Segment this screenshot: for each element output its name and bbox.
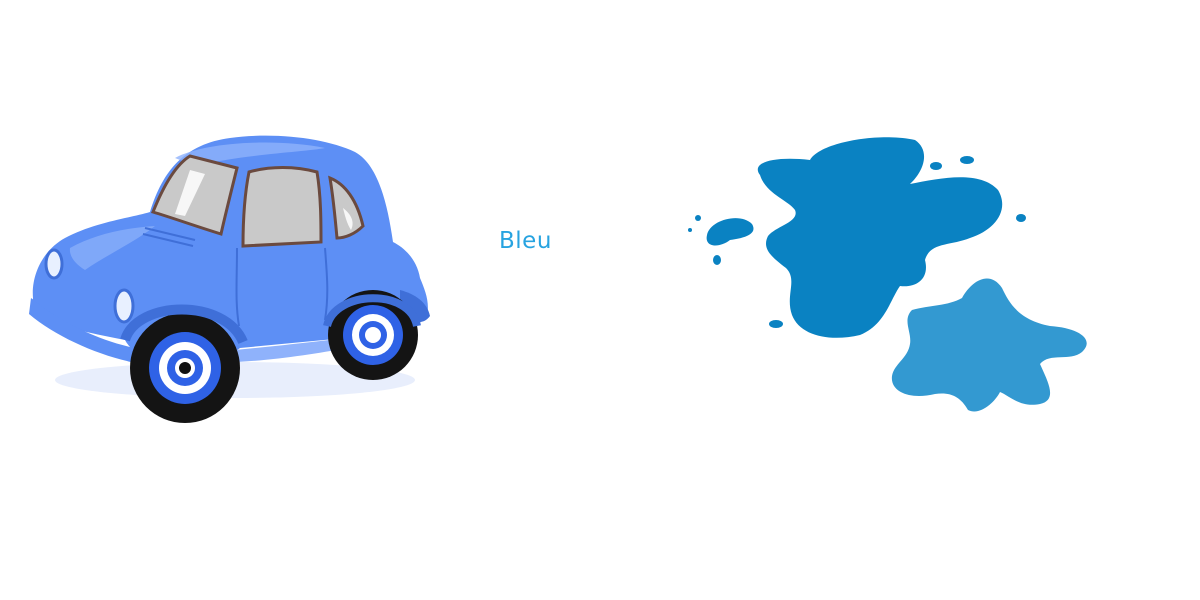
blue-car-icon <box>29 135 430 423</box>
droplet-3 <box>1016 214 1026 222</box>
color-flashcard: Bleu <box>0 0 1200 600</box>
side-window <box>241 166 323 248</box>
droplet-2 <box>960 156 974 164</box>
droplet-1 <box>930 162 942 170</box>
paint-splash-icon <box>688 137 1087 412</box>
droplet-5 <box>769 320 783 328</box>
headlight-left-icon <box>44 248 64 280</box>
droplet-4 <box>713 255 721 265</box>
splash-small-blob <box>706 218 754 246</box>
front-wheel-icon <box>130 313 240 423</box>
color-word-label: Bleu <box>499 228 552 254</box>
headlight-front-icon <box>113 288 135 324</box>
droplet-7 <box>688 228 692 232</box>
droplet-6 <box>695 215 701 221</box>
splash-light-blob <box>891 278 1087 412</box>
